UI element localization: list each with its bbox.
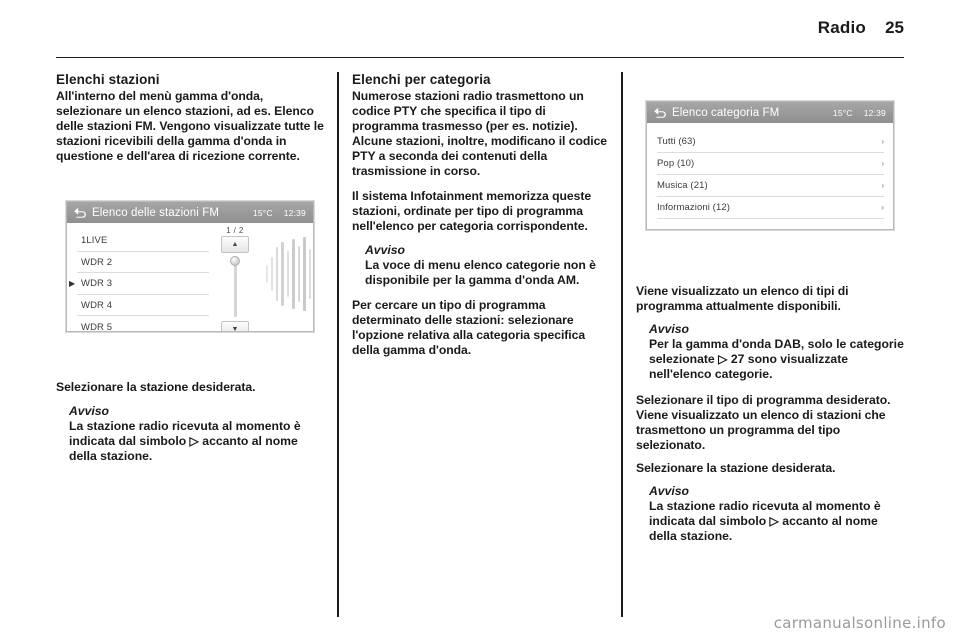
scroll-track[interactable] <box>230 256 240 317</box>
chevron-up-icon: ▲ <box>231 241 239 249</box>
chevron-right-icon: › <box>881 136 884 146</box>
station-name: WDR 5 <box>81 321 113 333</box>
list-item[interactable]: WDR 5 <box>77 316 209 332</box>
list-item[interactable]: Pop (10) › <box>657 153 884 175</box>
list-item[interactable]: Musica (21) › <box>657 175 884 197</box>
notice-left: Avviso La stazione radio ricevuta al mom… <box>56 404 324 464</box>
notice-title: Avviso <box>649 484 689 499</box>
notice-text: La stazione radio ricevuta al momento è … <box>69 418 301 463</box>
page-number: 25 <box>885 18 904 37</box>
notice-text: Per la gamma d'onda DAB, solo le categor… <box>649 337 904 382</box>
list-item[interactable]: WDR 4 <box>77 295 209 317</box>
column-right: Elenco categoria FM 15°C 12:39 Tutti (63… <box>636 72 904 617</box>
screen-title: Elenco categoria FM <box>672 106 780 119</box>
now-playing-icon: ▶ <box>69 278 76 288</box>
paragraph-middle-1: Numerose stazioni radio trasmettono un c… <box>352 89 608 179</box>
paragraph-right-2: Selezionare la stazione desiderata. <box>636 460 836 475</box>
notice-title: Avviso <box>69 403 109 418</box>
notice-text: La stazione radio ricevuta al momento è … <box>649 499 881 544</box>
station-name: WDR 4 <box>81 299 113 311</box>
figure-station-list: Elenco delle stazioni FM 15°C 12:39 1LIV… <box>56 173 324 369</box>
category-list: Tutti (63) › Pop (10) › Musica (21) › In… <box>647 123 893 229</box>
paragraph-left-after-figure: Selezionare la stazione desiderata. <box>56 380 256 395</box>
category-label: Tutti (63) <box>657 136 696 147</box>
chevron-down-icon: ▼ <box>231 325 239 333</box>
paragraph-right-after-figure: Viene visualizzato un elenco di tipi di … <box>636 284 849 314</box>
scrollbar[interactable]: 1 / 2 ▲ ▼ <box>209 223 261 332</box>
column-divider-1 <box>337 72 339 617</box>
category-label: Informazioni (12) <box>657 202 730 213</box>
columns-container: Elenchi stazioni All'interno del menù ga… <box>56 72 904 617</box>
chevron-right-icon: › <box>881 202 884 212</box>
scroll-down-button[interactable]: ▼ <box>221 320 249 333</box>
category-label: Musica (21) <box>657 180 708 191</box>
screen-temperature: 15°C <box>252 207 273 218</box>
screen-titlebar: Elenco delle stazioni FM 15°C 12:39 <box>67 202 313 224</box>
station-name: WDR 2 <box>81 256 113 268</box>
screen-titlebar: Elenco categoria FM 15°C 12:39 <box>647 102 893 123</box>
column-divider-2 <box>621 72 623 617</box>
infotainment-screen-station-list: Elenco delle stazioni FM 15°C 12:39 1LIV… <box>66 201 314 333</box>
notice-text: La voce di menu elenco categorie non è d… <box>365 257 596 288</box>
category-label: Pop (10) <box>657 158 695 169</box>
screen-clock: 12:39 <box>863 107 886 118</box>
screen-temperature: 15°C <box>832 107 853 118</box>
header-divider <box>56 57 904 58</box>
list-item[interactable]: WDR 2 <box>77 252 209 274</box>
notice-title: Avviso <box>365 242 405 257</box>
chevron-right-icon: › <box>881 158 884 168</box>
screen-body: Tutti (63) › Pop (10) › Musica (21) › In… <box>647 123 893 229</box>
notice-title: Avviso <box>649 322 689 337</box>
paragraph-right-1: Selezionare il tipo di programma desider… <box>636 392 891 452</box>
notice-right-2: Avviso La stazione radio ricevuta al mom… <box>636 484 904 544</box>
infotainment-screen-category-list: Elenco categoria FM 15°C 12:39 Tutti (63… <box>646 101 894 230</box>
back-arrow-icon[interactable] <box>652 105 667 120</box>
paragraph-middle-3: Per cercare un tipo di programma determi… <box>352 298 586 358</box>
list-item[interactable]: 1LIVE <box>77 230 209 252</box>
page-header: Radio 25 <box>56 18 904 56</box>
list-item[interactable]: Informazioni (12) › <box>657 197 884 219</box>
list-item[interactable]: ▶ WDR 3 <box>69 273 209 295</box>
chevron-right-icon: › <box>881 180 884 190</box>
manual-page: Radio 25 Elenchi stazioni All'interno de… <box>0 0 960 642</box>
station-name: 1LIVE <box>81 235 108 247</box>
column-left: Elenchi stazioni All'interno del menù ga… <box>56 72 324 617</box>
waveform-graphic <box>261 223 313 331</box>
station-name: WDR 3 <box>81 278 113 290</box>
back-arrow-icon[interactable] <box>72 205 87 220</box>
station-list: 1LIVE WDR 2 ▶ WDR 3 WDR 4 WDR 5 <box>67 223 209 332</box>
scroll-up-button[interactable]: ▲ <box>221 236 249 254</box>
column-middle: Elenchi per categoria Numerose stazioni … <box>352 72 608 617</box>
screen-clock: 12:39 <box>283 207 306 218</box>
figure-category-list: Elenco categoria FM 15°C 12:39 Tutti (63… <box>636 74 904 272</box>
paragraph-left-intro: All'interno del menù gamma d'onda, selez… <box>56 89 324 164</box>
screen-body: 1LIVE WDR 2 ▶ WDR 3 WDR 4 WDR 5 1 / 2 ▲ … <box>67 223 313 332</box>
list-item[interactable]: Tutti (63) › <box>657 131 884 153</box>
screen-title: Elenco delle stazioni FM <box>92 206 220 219</box>
scroll-knob[interactable] <box>230 256 240 267</box>
section-title-elenchi-stazioni: Elenchi stazioni <box>56 72 160 87</box>
footer-watermark: carmanualsonline.info <box>773 614 946 632</box>
paragraph-middle-2: Il sistema Infotainment memorizza queste… <box>352 188 592 233</box>
notice-right-1: Avviso Per la gamma d'onda DAB, solo le … <box>636 322 904 382</box>
page-indicator: 1 / 2 <box>226 226 244 236</box>
section-title-elenchi-per-categoria: Elenchi per categoria <box>352 72 491 87</box>
page-title: Radio <box>817 18 866 37</box>
notice-middle: Avviso La voce di menu elenco categorie … <box>352 243 608 288</box>
